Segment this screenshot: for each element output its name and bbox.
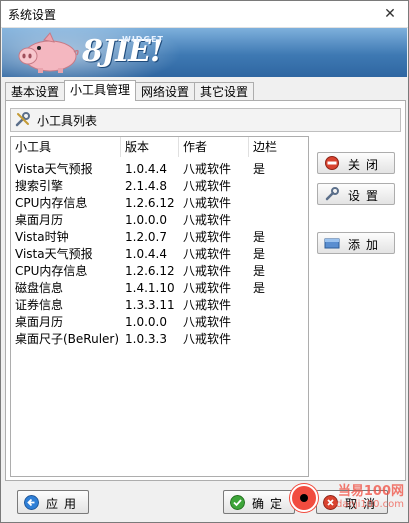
cell-author: 八戒软件 [183,230,232,244]
table-row[interactable]: Vista天气预报 1.0.4.4 八戒软件 是 [11,161,308,178]
table-row[interactable]: 磁盘信息 1.4.1.10 八戒软件 是 [11,280,308,297]
cell-name: Vista天气预报 [15,162,93,176]
cell-name: 桌面尺子(BeRuler) [15,332,120,346]
wrench-icon [325,187,339,201]
cell-version: 1.2.0.7 [125,230,167,244]
cell-name: 搜索引擎 [15,179,64,193]
list-header: 小工具 版本 作者 边栏 [11,137,308,157]
pig-mascot-icon [18,32,79,73]
cell-name: 磁盘信息 [15,281,64,295]
add-button[interactable]: 添加 [317,232,395,254]
close-button[interactable]: 关闭 [317,152,395,174]
tab-basic-settings[interactable]: 基本设置 [5,82,66,101]
ok-button[interactable]: 确定 [223,490,295,514]
settings-button-label: 设置 [348,189,385,203]
cell-author: 八戒软件 [183,315,232,329]
check-circle-icon [230,495,245,510]
table-row[interactable]: CPU内存信息 1.2.6.12 八戒软件 是 [11,263,308,280]
cell-author: 八戒软件 [183,298,232,312]
arrow-left-circle-icon [24,495,39,510]
title-bar: 系统设置 ✕ [1,1,408,28]
table-row[interactable]: 桌面月历 1.0.0.0 八戒软件 [11,314,308,331]
column-header-sidebar[interactable]: 边栏 [249,137,308,157]
cell-author: 八戒软件 [183,281,232,295]
cell-version: 1.0.4.4 [125,247,167,261]
cell-author: 八戒软件 [183,179,232,193]
window-title: 系统设置 [8,8,57,22]
cell-version: 1.0.0.0 [125,315,167,329]
cell-version: 1.0.3.3 [125,332,167,346]
section-title: 小工具列表 [37,114,98,128]
cell-sidebar: 是 [253,264,266,278]
cell-name: 桌面月历 [15,315,64,329]
table-row[interactable]: CPU内存信息 1.2.6.12 八戒软件 [11,195,308,212]
settings-window: 系统设置 ✕ 8JIE! WIDGET 基本设置 小工具管理 网络设置 其它设置 [0,0,409,523]
site-watermark: 当易100网 danji100.com [290,480,404,520]
cell-author: 八戒软件 [183,247,232,261]
table-row[interactable]: Vista天气预报 1.0.4.4 八戒软件 是 [11,246,308,263]
section-header: 小工具列表 [10,108,401,132]
column-header-widget[interactable]: 小工具 [11,137,121,157]
apply-button[interactable]: 应用 [17,490,89,514]
cell-sidebar: 是 [253,247,266,261]
cell-author: 八戒软件 [183,196,232,210]
cell-version: 1.0.4.4 [125,162,167,176]
column-header-author[interactable]: 作者 [179,137,249,157]
cell-author: 八戒软件 [183,213,232,227]
cell-name: 桌面月历 [15,213,64,227]
wrench-screwdriver-icon [15,112,30,127]
cell-version: 1.3.3.11 [125,298,175,312]
cell-name: CPU内存信息 [15,264,88,278]
widget-management-panel: 小工具列表 小工具 版本 作者 边栏 Vista天气预报 1.0.4.4 八戒软件是… [5,100,406,481]
logo-tag: WIDGET [122,35,164,44]
cell-name: CPU内存信息 [15,196,88,210]
close-button-label: 关闭 [348,158,385,172]
cell-version: 1.0.0.0 [125,213,167,227]
cell-version: 1.2.6.12 [125,264,175,278]
table-row[interactable]: 证券信息 1.3.3.11 八戒软件 [11,297,308,314]
tab-network-settings[interactable]: 网络设置 [135,82,196,101]
settings-button[interactable]: 设置 [317,183,395,205]
column-header-version[interactable]: 版本 [121,137,179,157]
add-widget-icon [324,238,340,249]
cell-author: 八戒软件 [183,332,232,346]
tab-bar: 基本设置 小工具管理 网络设置 其它设置 [5,80,255,101]
stop-icon [325,156,339,170]
watermark-line1: 当易100网 [337,484,404,499]
apply-button-label: 应用 [46,497,83,511]
cell-name: Vista天气预报 [15,247,93,261]
table-row[interactable]: 桌面月历 1.0.0.0 八戒软件 [11,212,308,229]
cell-version: 2.1.4.8 [125,179,167,193]
cell-sidebar: 是 [253,281,266,295]
cell-version: 1.2.6.12 [125,196,175,210]
watermark-line2: danji100.com [336,499,404,510]
add-button-label: 添加 [348,238,385,252]
cell-sidebar: 是 [253,230,266,244]
table-row[interactable]: 桌面尺子(BeRuler) 1.0.3.3 八戒软件 [11,331,308,348]
cell-name: 证券信息 [15,298,64,312]
table-row[interactable]: Vista时钟 1.2.0.7 八戒软件 是 [11,229,308,246]
table-row[interactable]: 搜索引擎 2.1.4.8 八戒软件 [11,178,308,195]
cell-name: Vista时钟 [15,230,69,244]
tab-other-settings[interactable]: 其它设置 [194,82,255,101]
window-close-icon[interactable]: ✕ [378,2,402,26]
ok-button-label: 确定 [252,497,289,511]
tab-widget-management[interactable]: 小工具管理 [64,80,137,101]
app-banner: 8JIE! WIDGET [2,28,407,77]
cell-author: 八戒软件 [183,162,232,176]
cell-author: 八戒软件 [183,264,232,278]
cell-sidebar: 是 [253,162,266,176]
cell-version: 1.4.1.10 [125,281,175,295]
widget-list[interactable]: 小工具 版本 作者 边栏 Vista天气预报 1.0.4.4 八戒软件是搜索引擎 2.… [10,136,309,477]
